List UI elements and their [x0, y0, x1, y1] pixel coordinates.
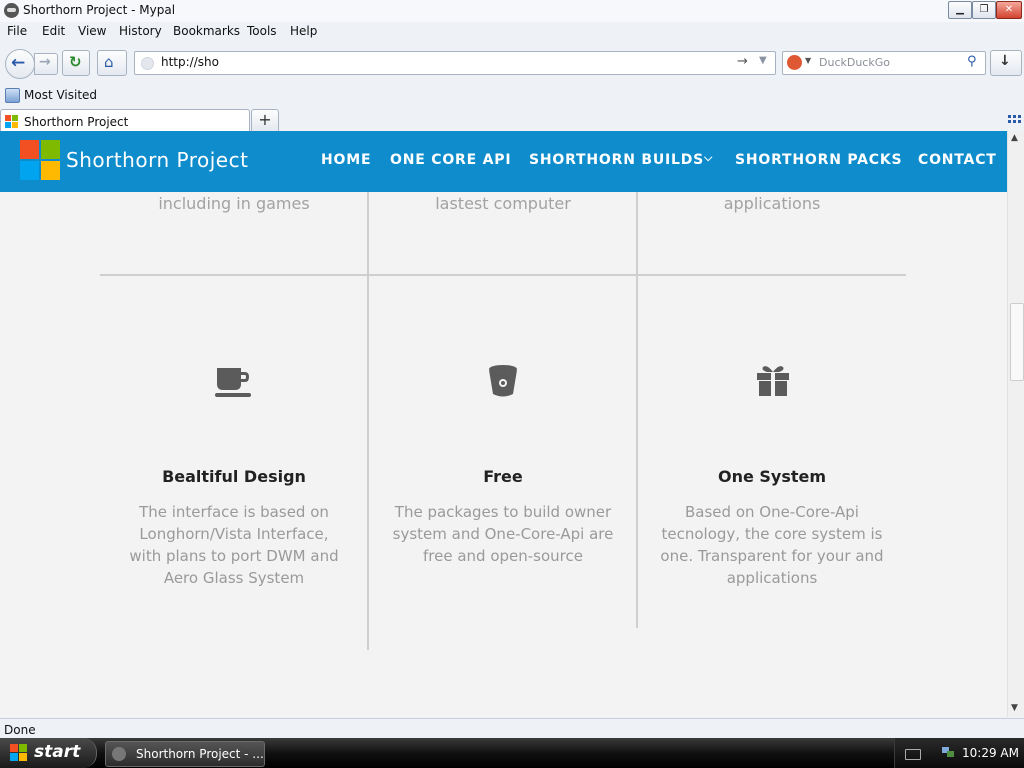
- feature-description: Based on One-Core-Api tecnology, the core…: [660, 503, 884, 587]
- nav-home[interactable]: HOME: [321, 152, 371, 168]
- home-icon: ⌂: [104, 53, 114, 71]
- feature-text-fragment: lastest computer: [435, 194, 571, 213]
- mypal-app-icon: [4, 3, 19, 18]
- url-history-dropdown-icon[interactable]: ▼: [759, 55, 767, 66]
- menu-help[interactable]: Help: [290, 24, 317, 38]
- back-arrow-icon: ←: [11, 53, 26, 73]
- windows-flag-icon: [10, 744, 28, 762]
- web-page: Shorthorn Project HOME ONE CORE API SHOR…: [0, 131, 1007, 717]
- back-button[interactable]: ←: [5, 49, 35, 79]
- menu-edit[interactable]: Edit: [42, 24, 65, 38]
- grid-divider: [100, 274, 906, 276]
- gift-icon: [757, 366, 789, 396]
- search-input[interactable]: DuckDuckGo: [819, 56, 890, 69]
- nav-shorthorn-builds[interactable]: SHORTHORN BUILDS: [529, 152, 704, 168]
- site-header: Shorthorn Project HOME ONE CORE API SHOR…: [0, 131, 1007, 192]
- taskbar-item-label: Shorthorn Project - ...: [136, 747, 264, 761]
- bucket-icon: [489, 365, 517, 397]
- search-icon[interactable]: ⚲: [967, 54, 977, 69]
- site-title[interactable]: Shorthorn Project: [66, 148, 248, 172]
- bookmarks-toolbar: Most Visited: [0, 84, 1024, 106]
- restore-button[interactable]: ❐: [972, 1, 996, 19]
- taskbar: start Shorthorn Project - ... 10:29 AM: [0, 738, 1024, 768]
- url-bar[interactable]: http://sho → ▼: [134, 51, 776, 75]
- system-tray: 10:29 AM: [894, 738, 1024, 768]
- navigation-toolbar: ← → ↻ ⌂ http://sho → ▼ ▼ DuckDuckGo ⚲ ↓: [0, 44, 1024, 80]
- download-icon: ↓: [999, 53, 1011, 69]
- nav-one-core-api[interactable]: ONE CORE API: [390, 152, 511, 168]
- feature-title: Free: [483, 467, 523, 486]
- most-visited-icon: [5, 88, 20, 103]
- tab-groups-icon[interactable]: [1008, 115, 1021, 127]
- page-scrollbar[interactable]: ▲ ▼: [1007, 131, 1024, 717]
- close-button[interactable]: ✕: [996, 1, 1022, 19]
- menu-file[interactable]: File: [7, 24, 27, 38]
- scroll-up-arrow-icon[interactable]: ▲: [1011, 133, 1018, 143]
- clock[interactable]: 10:29 AM: [962, 746, 1019, 760]
- network-icon[interactable]: [941, 745, 955, 759]
- tab-title: Shorthorn Project: [24, 115, 129, 129]
- coffee-cup-icon: [215, 368, 251, 397]
- most-visited-bookmark[interactable]: Most Visited: [24, 88, 97, 102]
- duckduckgo-engine-icon[interactable]: [787, 55, 802, 70]
- grid-divider: [636, 274, 638, 628]
- feature-description: The packages to build owner system and On…: [392, 503, 614, 565]
- feature-title: Bealtiful Design: [162, 467, 306, 486]
- scrollbar-thumb[interactable]: [1010, 303, 1024, 381]
- mypal-app-icon: [112, 747, 126, 761]
- chevron-down-icon[interactable]: ⌵: [704, 151, 713, 165]
- new-tab-button[interactable]: +: [251, 109, 279, 132]
- grid-divider: [636, 192, 638, 275]
- windows-logo-icon[interactable]: [20, 140, 60, 180]
- reload-icon: ↻: [69, 53, 82, 71]
- window-title: Shorthorn Project - Mypal: [23, 3, 176, 17]
- minimize-button[interactable]: ▁: [948, 1, 972, 19]
- menu-view[interactable]: View: [78, 24, 106, 38]
- feature-description: The interface is based on Longhorn/Vista …: [129, 503, 339, 587]
- grid-divider: [367, 192, 369, 275]
- start-label: start: [34, 742, 81, 762]
- status-bar: Done: [0, 718, 1024, 739]
- feature-title: One System: [717, 467, 827, 486]
- nav-contact[interactable]: CONTACT: [918, 152, 997, 168]
- windows-logo-icon: [5, 115, 18, 128]
- title-bar: Shorthorn Project - Mypal ▁ ❐ ✕: [0, 0, 1024, 22]
- status-text: Done: [4, 723, 36, 737]
- menu-bookmarks[interactable]: Bookmarks: [173, 24, 240, 38]
- menu-bar: File Edit View History Bookmarks Tools H…: [0, 22, 1024, 42]
- nav-shorthorn-packs[interactable]: SHORTHORN PACKS: [735, 152, 902, 168]
- forward-button[interactable]: →: [34, 53, 58, 75]
- tab-strip: Shorthorn Project +: [0, 107, 1024, 133]
- feature-text-fragment: including in games: [158, 194, 310, 213]
- search-bar[interactable]: ▼ DuckDuckGo ⚲: [782, 51, 986, 75]
- menu-tools[interactable]: Tools: [247, 24, 277, 38]
- home-button[interactable]: ⌂: [97, 50, 127, 76]
- taskbar-item-browser[interactable]: Shorthorn Project - ...: [105, 741, 265, 767]
- menu-history[interactable]: History: [119, 24, 162, 38]
- scroll-down-arrow-icon[interactable]: ▼: [1011, 703, 1018, 713]
- reload-button[interactable]: ↻: [62, 50, 90, 76]
- feature-text-fragment: applications: [723, 194, 821, 213]
- keyboard-icon[interactable]: [905, 749, 921, 760]
- forward-arrow-icon: →: [39, 54, 51, 70]
- downloads-button[interactable]: ↓: [990, 50, 1022, 76]
- site-identity-icon: [141, 57, 154, 70]
- grid-divider: [367, 274, 369, 650]
- start-button[interactable]: start: [0, 738, 97, 768]
- url-input[interactable]: http://sho: [161, 55, 219, 69]
- tab-shorthorn-project[interactable]: Shorthorn Project: [0, 109, 250, 133]
- engine-dropdown-icon[interactable]: ▼: [805, 56, 811, 65]
- go-arrow-icon[interactable]: →: [737, 54, 748, 69]
